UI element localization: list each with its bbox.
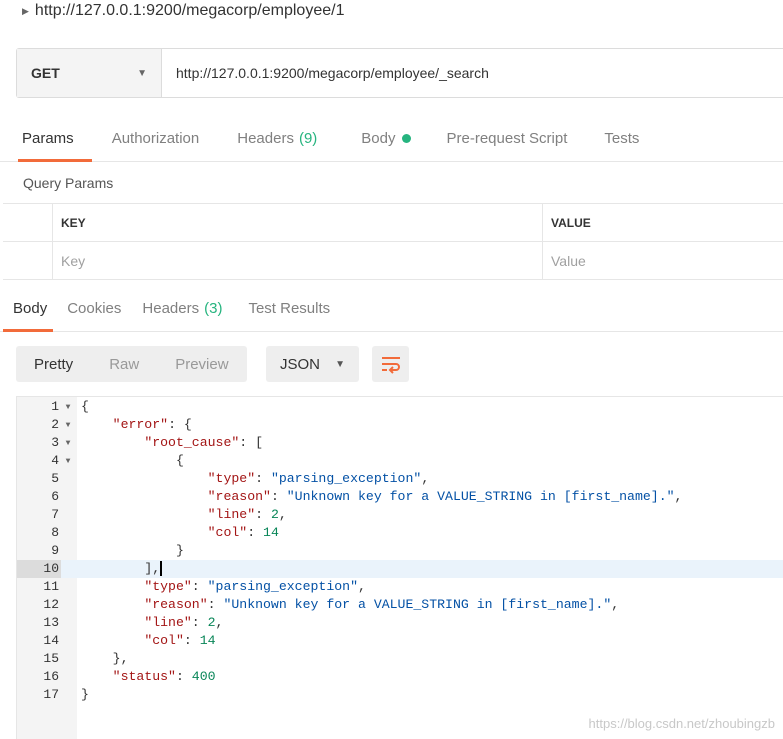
url-input[interactable] <box>162 49 783 97</box>
format-label: JSON <box>280 355 321 373</box>
tab-authorization-label: Authorization <box>111 129 200 147</box>
view-preview-button[interactable]: Preview <box>157 346 246 382</box>
tab-authorization[interactable]: Authorization <box>112 121 200 161</box>
code-line: 15 }, <box>43 651 129 666</box>
code-line: 11 "type": "parsing_exception", <box>43 579 366 594</box>
tab-response-body-label: Body <box>13 300 48 317</box>
chevron-down-icon: ▼ <box>335 358 345 370</box>
tab-cookies-label: Cookies <box>67 300 122 317</box>
code-line: 2 ▼ "error": { <box>51 417 192 432</box>
response-body-editor[interactable]: 1 ▼{ 2 ▼ "error": { 3 ▼ "root_cause": [ 4 ▼ … <box>16 396 783 739</box>
query-params-title: Query Params <box>23 175 114 191</box>
code-line: 17} <box>43 687 89 702</box>
code-line-active: 10 ], <box>17 560 783 578</box>
tab-pre-request-script[interactable]: Pre-request Script <box>447 121 568 161</box>
tab-response-headers[interactable]: Headers (3) <box>142 291 222 331</box>
method-select[interactable]: GET ▼ <box>17 49 162 97</box>
code-line: 5 "type": "parsing_exception", <box>51 471 430 486</box>
tab-test-results[interactable]: Test Results <box>248 291 330 331</box>
query-params-table: KEY VALUE <box>3 203 783 280</box>
view-mode-segmented: Pretty Raw Preview <box>16 346 247 382</box>
tab-headers-label: Headers <box>237 129 294 147</box>
tab-params-label: Params <box>22 129 74 147</box>
view-pretty-button[interactable]: Pretty <box>16 346 91 382</box>
code-line: 9 } <box>51 543 184 558</box>
code-line: 12 "reason": "Unknown key for a VALUE_ST… <box>43 597 620 612</box>
tab-body-label: Body <box>361 129 396 147</box>
code-line: 14 "col": 14 <box>43 633 216 648</box>
table-header-row: KEY VALUE <box>3 204 783 242</box>
text-cursor <box>160 561 163 577</box>
table-row <box>3 242 783 280</box>
caret-right-icon[interactable]: ▶ <box>22 6 29 17</box>
tab-body[interactable]: Body <box>361 121 411 161</box>
code-line: 4 ▼ { <box>51 453 184 468</box>
value-column-header: VALUE <box>551 215 591 230</box>
wrap-lines-icon <box>381 357 400 374</box>
tab-params[interactable]: Params <box>18 121 92 162</box>
response-tabs: Body Cookies Headers (3) Test Results <box>0 292 783 332</box>
tab-tests[interactable]: Tests <box>604 121 639 161</box>
code-line: 6 "reason": "Unknown key for a VALUE_STR… <box>51 489 683 504</box>
code-line: 1 ▼{ <box>51 399 89 414</box>
tab-headers-count: (9) <box>298 129 318 147</box>
view-raw-button[interactable]: Raw <box>91 346 157 382</box>
format-select[interactable]: JSON ▼ <box>266 346 359 382</box>
tab-test-results-label: Test Results <box>248 300 331 317</box>
tab-response-headers-label: Headers <box>142 300 200 317</box>
tab-tests-label: Tests <box>604 129 640 147</box>
url-bar: GET ▼ <box>16 48 783 98</box>
tab-headers[interactable]: Headers (9) <box>237 121 317 161</box>
code-line: 7 "line": 2, <box>51 507 287 522</box>
tab-response-body[interactable]: Body <box>2 291 54 332</box>
chevron-down-icon: ▼ <box>137 67 147 79</box>
body-indicator-dot-icon <box>401 133 411 143</box>
key-column-header: KEY <box>53 204 543 241</box>
request-name-label: http://127.0.0.1:9200/megacorp/employee/… <box>34 2 345 19</box>
key-input[interactable] <box>61 252 542 269</box>
request-name[interactable]: ▶ http://127.0.0.1:9200/megacorp/employe… <box>22 0 344 22</box>
watermark: https://blog.csdn.net/zhoubingzb <box>588 716 775 731</box>
code-line: 3 ▼ "root_cause": [ <box>51 435 264 450</box>
code-line: 8 "col": 14 <box>51 525 279 540</box>
code-line: 16 "status": 400 <box>43 669 216 684</box>
wrap-lines-button[interactable] <box>372 346 409 382</box>
request-tabs: Params Authorization Headers (9) Body Pr… <box>0 122 783 162</box>
code-line: 13 "line": 2, <box>43 615 224 630</box>
tab-pre-request-label: Pre-request Script <box>446 129 568 147</box>
tab-cookies[interactable]: Cookies <box>67 291 121 331</box>
value-input[interactable] <box>551 252 783 269</box>
tab-response-headers-count: (3) <box>204 300 223 317</box>
method-label: GET <box>31 65 60 81</box>
